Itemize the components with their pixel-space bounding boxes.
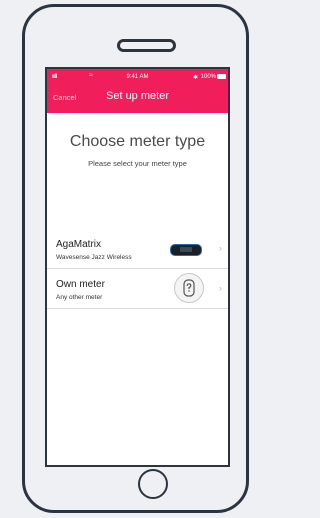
page-subtitle: Please select your meter type (88, 159, 187, 168)
meter-subtitle: Any other meter (56, 294, 103, 301)
battery-percent: 100% (200, 74, 216, 80)
meter-title: AgaMatrix (56, 239, 102, 250)
meter-display (180, 247, 192, 252)
status-bar: ııll ≈ 9:41 AM ✱ 100% (47, 69, 228, 85)
phone-speaker (117, 39, 176, 52)
phone-frame: ııll ≈ 9:41 AM ✱ 100% Cancel Set up mete… (22, 4, 249, 513)
unknown-meter-icon (174, 273, 204, 303)
meter-subtitle: Wavesense Jazz Wireless (56, 254, 132, 261)
home-button[interactable] (138, 469, 168, 499)
glucose-meter-image (170, 244, 202, 256)
battery-icon (217, 74, 226, 79)
bluetooth-icon: ✱ (192, 75, 198, 81)
chevron-right-icon: › (219, 283, 222, 293)
meter-option-agamatrix[interactable]: AgaMatrix Wavesense Jazz Wireless › (47, 229, 228, 269)
page-title: Choose meter type (69, 133, 206, 150)
nav-title: Set up meter (106, 90, 169, 102)
phone-screen: ııll ≈ 9:41 AM ✱ 100% Cancel Set up mete… (45, 67, 230, 467)
meter-title: Own meter (56, 279, 105, 290)
chevron-right-icon: › (219, 243, 222, 253)
top-bar: ııll ≈ 9:41 AM ✱ 100% Cancel Set up mete… (47, 69, 228, 113)
nav-bar: Cancel Set up meter (47, 85, 228, 113)
meter-option-own[interactable]: Own meter Any other meter › (47, 269, 228, 309)
meter-list: AgaMatrix Wavesense Jazz Wireless › Own … (47, 229, 228, 309)
